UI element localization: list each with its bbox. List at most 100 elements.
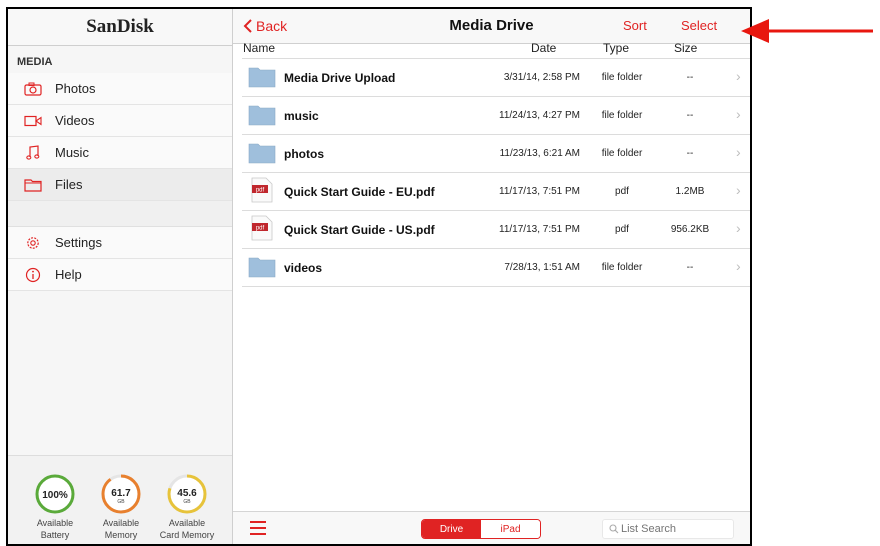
folder-icon [248,256,276,281]
card-memory-gauge: 45.6 GB Available Card Memory [152,472,222,540]
video-camera-icon [24,112,42,130]
file-name: Quick Start Guide - US.pdf [284,223,435,237]
hamburger-icon-line [250,533,266,535]
section-heading-media: MEDIA [17,56,53,68]
column-header-date[interactable]: Date [531,41,556,57]
sidebar-item-settings[interactable]: Settings [8,227,232,259]
memory-gauge-ring: 61.7 GB [101,474,141,514]
file-name: photos [284,147,324,161]
battery-gauge-ring: 100% [35,474,75,514]
info-icon [24,266,42,284]
sidebar-item-files[interactable]: Files [8,169,232,201]
battery-gauge: 100% Available Battery [20,472,90,540]
chevron-right-icon: › [736,106,741,122]
gauge-caption-line2: Battery [40,530,70,540]
chevron-right-icon: › [736,182,741,198]
sidebar-item-photos[interactable]: Photos [8,73,232,105]
file-name: Quick Start Guide - EU.pdf [284,185,435,199]
file-type: pdf [615,186,629,197]
file-size: -- [686,110,694,121]
file-type: file folder [601,72,643,83]
navigation-bar: Back Media Drive Sort Select [233,9,750,44]
folder-icon [248,104,276,129]
chevron-right-icon: › [736,258,741,274]
sidebar-item-label: Music [55,145,89,160]
pdf-file-icon: pdf [248,177,273,206]
file-row[interactable]: pdf Quick Start Guide - EU.pdf 11/17/13,… [242,172,750,210]
gauge-value: 61.7 [111,488,131,499]
file-size: -- [686,262,694,273]
file-type: file folder [601,148,643,159]
gauge-caption-line1: Available [102,518,140,528]
column-header-size[interactable]: Size [674,41,697,57]
file-type: file folder [601,262,643,273]
list-search-field[interactable] [602,519,734,539]
file-row[interactable]: pdf Quick Start Guide - US.pdf 11/17/13,… [242,210,750,248]
page-title: Media Drive [449,17,534,34]
source-segmented-control: Drive iPad [421,519,541,539]
chevron-left-icon [243,19,252,33]
gear-icon [24,234,42,252]
sidebar-item-label: Photos [55,81,96,96]
chevron-right-icon: › [736,68,741,84]
segment-ipad[interactable]: iPad [481,520,540,538]
sidebar-separator [8,201,232,227]
sidebar-item-label: Videos [55,113,95,128]
back-label: Back [256,18,288,34]
sidebar-item-label: Help [55,267,82,282]
file-size: -- [686,72,694,83]
red-arrow-annotation [741,19,873,43]
file-row[interactable]: photos 11/23/13, 6:21 AM file folder -- … [242,134,750,172]
segment-drive[interactable]: Drive [422,520,481,538]
file-date: 11/17/13, 7:51 PM [499,186,580,197]
sidebar-item-help[interactable]: Help [8,259,232,291]
gauge-unit: GB [183,499,191,505]
file-row[interactable]: Media Drive Upload 3/31/14, 2:58 PM file… [242,58,750,96]
column-header-name[interactable]: Name [243,41,275,57]
pdf-badge: pdf [256,226,265,232]
menu-button[interactable] [250,521,266,539]
sidebar-item-music[interactable]: Music [8,137,232,169]
search-input[interactable] [619,522,728,536]
gauge-value: 45.6 [177,488,197,499]
file-date: 7/28/13, 1:51 AM [504,262,580,273]
file-type: pdf [615,224,629,235]
gauge-caption-line1: Available [168,518,206,528]
select-button[interactable]: Select [681,18,717,33]
chevron-right-icon: › [736,144,741,160]
gauge-value: 100% [42,490,68,501]
column-header-type[interactable]: Type [603,41,629,57]
hamburger-icon-line [250,527,266,529]
camera-icon [24,80,42,98]
file-row[interactable]: music 11/24/13, 4:27 PM file folder -- › [242,96,750,134]
chevron-right-icon: › [736,220,741,236]
back-button[interactable]: Back [243,18,287,34]
file-size: 1.2MB [675,186,705,197]
file-row[interactable]: videos 7/28/13, 1:51 AM file folder -- › [242,248,750,287]
file-date: 11/23/13, 6:21 AM [499,148,580,159]
file-name: music [284,109,319,123]
file-name: Media Drive Upload [284,71,396,85]
file-type: file folder [601,110,643,121]
file-browser: Back Media Drive Sort Select Name Date T… [233,9,750,544]
sidebar-item-label: Settings [55,235,102,250]
card-memory-gauge-ring: 45.6 GB [167,474,207,514]
folder-icon [248,66,276,91]
app-window: SanDisk MEDIA Photos Videos Music Files [6,7,752,546]
file-size: -- [686,148,694,159]
storage-gauges: 100% Available Battery 61.7 GB Available… [8,455,232,544]
pdf-file-icon: pdf [248,215,273,244]
pdf-badge: pdf [256,188,265,194]
brand-logo: SanDisk [8,9,232,46]
bottom-toolbar: Drive iPad [233,511,750,544]
folder-icon [24,176,42,194]
gauge-unit: GB [117,499,125,505]
hamburger-icon-line [250,521,266,523]
sidebar-item-videos[interactable]: Videos [8,105,232,137]
gauge-caption-line2: Memory [104,530,138,540]
sort-button[interactable]: Sort [623,18,647,33]
file-size: 956.2KB [670,224,710,235]
file-list: Media Drive Upload 3/31/14, 2:58 PM file… [242,58,750,287]
search-icon [609,524,619,534]
sidebar-item-label: Files [55,177,83,192]
